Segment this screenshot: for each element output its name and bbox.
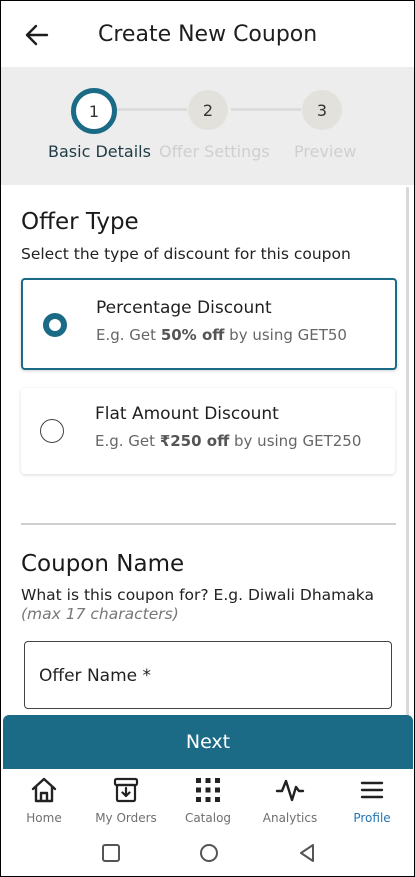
option-title: Percentage Discount: [96, 298, 272, 318]
circle-icon[interactable]: [197, 841, 221, 865]
step-connector: [231, 108, 301, 111]
nav-label: Catalog: [184, 811, 232, 825]
orders-box-icon: [111, 775, 141, 805]
system-navigation-bar: [1, 833, 414, 876]
nav-item-analytics[interactable]: Analytics: [249, 769, 331, 833]
radio-unselected-icon[interactable]: [40, 419, 64, 443]
offer-name-input[interactable]: Offer Name *: [24, 641, 392, 709]
radio-selected-icon[interactable]: [43, 313, 67, 337]
step-1-circle: 1: [71, 88, 117, 134]
nav-label: Home: [26, 811, 62, 825]
app-header: Create New Coupon: [1, 1, 414, 67]
home-icon: [29, 775, 59, 805]
scrollbar[interactable]: [406, 187, 409, 767]
app-screen: Create New Coupon 1 2 3 Basic Details Of…: [0, 0, 415, 877]
triangle-back-icon[interactable]: [295, 841, 319, 865]
page-title: Create New Coupon: [98, 22, 318, 47]
menu-lines-icon: [357, 775, 387, 805]
percentage-discount-option[interactable]: Percentage Discount E.g. Get 50% off by …: [21, 278, 397, 370]
coupon-name-description: What is this coupon for? E.g. Diwali Dha…: [21, 586, 374, 623]
next-button[interactable]: Next: [3, 715, 413, 769]
step-connector: [117, 108, 187, 111]
pulse-chart-icon: [275, 775, 305, 805]
square-icon[interactable]: [99, 841, 123, 865]
nav-item-catalog[interactable]: Catalog: [167, 769, 249, 833]
section-divider: [21, 523, 396, 525]
nav-item-home[interactable]: Home: [3, 769, 85, 833]
nav-item-my-orders[interactable]: My Orders: [85, 769, 167, 833]
coupon-name-title: Coupon Name: [21, 551, 185, 577]
step-2-circle: 2: [188, 90, 228, 130]
step-number: 1: [88, 101, 100, 121]
nav-label: Analytics: [262, 811, 318, 825]
step-1-label: Basic Details: [48, 142, 151, 161]
offer-name-label: Offer Name *: [39, 666, 152, 686]
step-2-label: Offer Settings: [159, 142, 270, 161]
step-3-label: Preview: [294, 142, 357, 161]
offer-type-title: Offer Type: [21, 209, 139, 235]
offer-type-description: Select the type of discount for this cou…: [21, 245, 351, 263]
nav-label: Profile: [353, 811, 391, 825]
nav-label: My Orders: [95, 811, 157, 825]
bottom-navigation: Home My Orders Catalog Analytics Profile: [1, 769, 414, 833]
step-number: 3: [316, 100, 328, 120]
option-example: E.g. Get ₹250 off by using GET250: [95, 432, 362, 450]
option-title: Flat Amount Discount: [95, 404, 279, 424]
step-number: 2: [202, 100, 214, 120]
progress-stepper: 1 2 3 Basic Details Offer Settings Previ…: [1, 67, 414, 185]
flat-amount-discount-option[interactable]: Flat Amount Discount E.g. Get ₹250 off b…: [21, 388, 395, 474]
nav-item-profile[interactable]: Profile: [331, 769, 413, 833]
option-example: E.g. Get 50% off by using GET50: [96, 326, 347, 344]
step-3-circle: 3: [302, 90, 342, 130]
arrow-left-icon[interactable]: [23, 21, 51, 49]
grid-dots-icon: [193, 775, 223, 805]
